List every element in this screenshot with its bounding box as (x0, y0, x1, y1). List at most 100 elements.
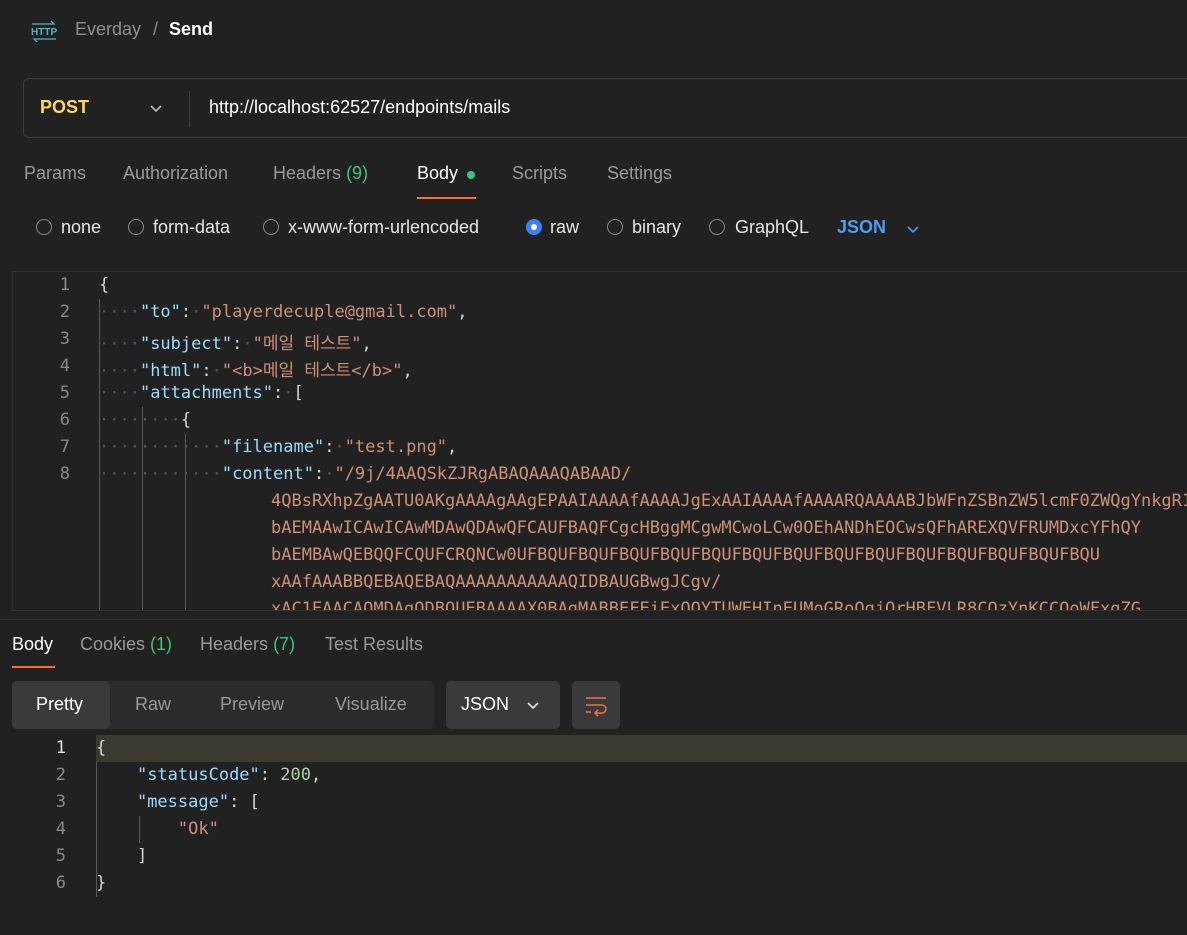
url-bar (23, 78, 1187, 138)
http-icon: HTTP (31, 20, 57, 42)
json-key: "filename" (221, 437, 325, 457)
json-brace: { (99, 275, 110, 295)
json-number: 200 (280, 765, 311, 785)
body-modified-dot (467, 171, 475, 179)
wrap-lines-icon (586, 697, 607, 717)
view-visualize-button[interactable]: Visualize (335, 694, 407, 715)
code-line: ] (96, 846, 147, 866)
code-line: "statusCode": 200, (136, 765, 322, 785)
radio-urlencoded[interactable] (263, 219, 279, 235)
line-number: 4 (59, 356, 70, 376)
code-line: "message": [ (136, 792, 260, 812)
raw-language-select[interactable]: JSON (837, 217, 886, 238)
line-number: 7 (59, 437, 70, 457)
radio-binary[interactable] (607, 219, 623, 235)
breadcrumb-separator: / (153, 19, 159, 39)
tab-settings[interactable]: Settings (607, 163, 672, 184)
response-tab-cookies-label: Cookies (80, 634, 146, 654)
json-key: "html" (139, 361, 202, 381)
tab-authorization[interactable]: Authorization (123, 163, 228, 184)
radio-graphql[interactable] (709, 219, 725, 235)
tab-body[interactable]: Body (417, 163, 458, 184)
code-line: ············"content":·"/9j/4AAQSkZJRgAB… (99, 464, 632, 484)
tab-headers-label: Headers (273, 163, 342, 183)
line-number: 8 (59, 464, 70, 484)
json-key: "attachments" (139, 383, 274, 403)
radio-raw-label[interactable]: raw (550, 217, 579, 238)
json-key: "to" (139, 302, 181, 322)
radio-raw[interactable] (526, 219, 542, 235)
json-brace: } (96, 873, 107, 893)
code-line: ····"attachments":·[ (99, 383, 304, 403)
json-key: "statusCode" (136, 765, 260, 785)
radio-binary-label[interactable]: binary (632, 217, 681, 238)
radio-none[interactable] (36, 219, 52, 235)
view-preview-button[interactable]: Preview (220, 694, 284, 715)
line-number: 3 (55, 792, 66, 812)
code-line: ····"to":·"playerdecuple@gmail.com", (99, 302, 468, 322)
radio-none-label[interactable]: none (61, 217, 101, 238)
json-string: "playerdecuple@gmail.com" (201, 302, 458, 322)
json-bracket: ] (136, 846, 148, 866)
line-number: 5 (59, 383, 70, 403)
chevron-down-icon[interactable] (525, 697, 541, 713)
line-number: 2 (59, 302, 70, 322)
code-wrap-line: xAAfAAABBQEBAQEBAQAAAAAAAAAAAQIDBAUGBwgJ… (271, 572, 722, 592)
json-key: "content" (221, 464, 314, 484)
line-number: 1 (59, 275, 70, 295)
code-line: ············"filename":·"test.png", (99, 437, 458, 457)
code-wrap-line: bAEMAAwICAwICAwMDAwQDAwQFCAUFBAQFCgcHBgg… (271, 518, 1141, 538)
radio-form-data[interactable] (128, 219, 144, 235)
breadcrumb-parent[interactable]: Everday (75, 19, 141, 40)
url-divider (189, 91, 190, 127)
code-line: ····"html":·"<b>메일 테스트</b>", (99, 361, 413, 381)
code-line: { (99, 275, 109, 295)
code-wrap-line: 4QBsRXhpZgAATU0AKgAAAAgAAgEPAAIAAAAfAAAA… (271, 491, 1187, 511)
radio-form-data-label[interactable]: form-data (153, 217, 230, 238)
tab-headers-count: (9) (346, 163, 369, 183)
line-number: 2 (55, 765, 66, 785)
code-line: ····"subject":·"메일 테스트", (99, 334, 372, 354)
json-string: "/9j/4AAQSkZJRgABAQAAAQABAAD/ (334, 464, 632, 484)
json-string: "test.png" (344, 437, 448, 457)
json-key: "message" (136, 792, 230, 812)
view-raw-button[interactable]: Raw (135, 694, 171, 715)
tab-params[interactable]: Params (24, 163, 86, 184)
code-line: { (96, 738, 106, 758)
json-key: "subject" (139, 334, 233, 354)
response-tab-cookies[interactable]: Cookies (1) (80, 634, 172, 655)
chevron-down-icon[interactable] (905, 221, 921, 237)
response-tab-test-results[interactable]: Test Results (325, 634, 423, 655)
code-line: "Ok" (96, 819, 219, 839)
tab-scripts[interactable]: Scripts (512, 163, 567, 184)
code-wrap-line: bAEMBAwQEBQQFCQUFCRQNCw0UFBQUFBQUFBQUFBQ… (271, 545, 1101, 565)
line-number: 6 (59, 410, 70, 430)
view-pretty-label[interactable]: Pretty (36, 694, 83, 715)
breadcrumb-current[interactable]: Send (169, 19, 213, 40)
json-string: "메일 테스트" (252, 334, 362, 354)
response-body-editor[interactable]: 1 2 3 4 5 6 { "statusCode": 200, "messag… (0, 735, 1187, 935)
response-tab-headers[interactable]: Headers (7) (200, 634, 295, 655)
tab-headers[interactable]: Headers (9) (273, 163, 368, 184)
chevron-down-icon[interactable] (148, 100, 164, 116)
response-divider[interactable] (0, 619, 1187, 620)
code-line: } (96, 873, 106, 893)
radio-graphql-label[interactable]: GraphQL (735, 217, 809, 238)
json-string: "Ok" (177, 819, 219, 839)
response-tab-headers-count: (7) (273, 634, 296, 654)
radio-urlencoded-label[interactable]: x-www-form-urlencoded (288, 217, 479, 238)
response-tab-headers-label: Headers (200, 634, 269, 654)
method-select[interactable]: POST (40, 97, 89, 118)
indent-guide (185, 434, 186, 610)
code-line: ········{ (99, 410, 192, 430)
line-number: 4 (55, 819, 66, 839)
line-number: 3 (59, 329, 70, 349)
json-string: "<b>메일 테스트</b>" (221, 361, 403, 381)
response-format-label[interactable]: JSON (461, 694, 509, 715)
url-input[interactable]: http://localhost:62527/endpoints/mails (209, 97, 510, 118)
request-body-editor[interactable]: 1 2 3 4 5 6 7 8 { ····"to":·"playerdecup… (12, 271, 1187, 611)
response-tab-body[interactable]: Body (12, 634, 53, 655)
json-brace: { (96, 738, 107, 758)
code-wrap-line: xAC1EAACAQMDAgQDBQUEBAAAAX0BAgMABBEFEiEx… (271, 599, 1141, 611)
line-number: 5 (55, 846, 66, 866)
